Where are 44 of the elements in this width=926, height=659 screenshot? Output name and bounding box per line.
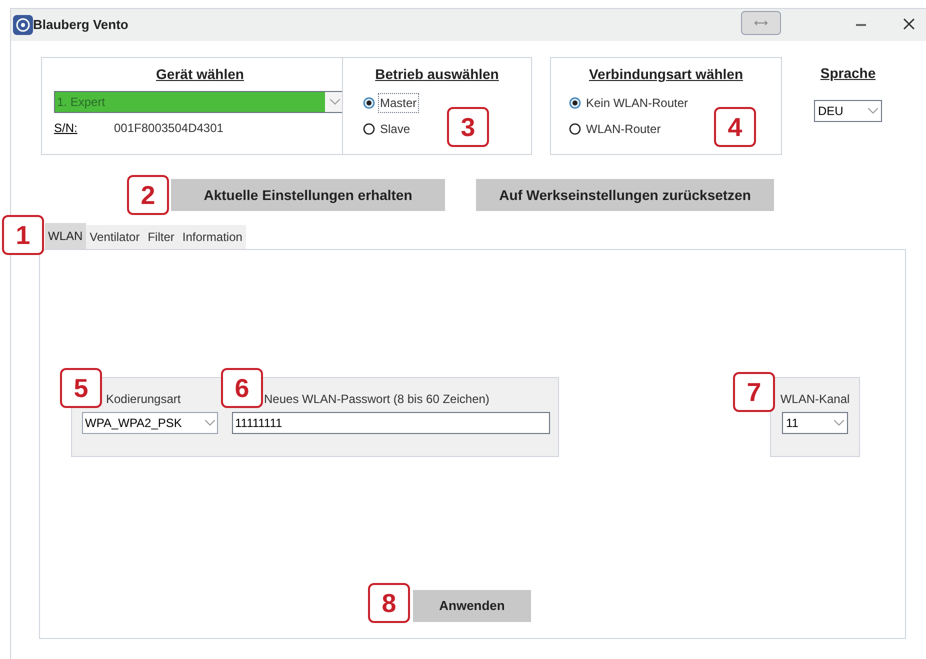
tab[interactable]: Ventilator [86,225,144,249]
window-title: Blauberg Vento [33,16,128,34]
chevron-icon [330,99,340,105]
tab[interactable]: Filter [144,225,178,249]
tab[interactable]: Information [178,225,246,249]
callout-number: 7 [733,372,775,412]
fan-icon [13,15,33,35]
callout-number: 5 [60,368,102,408]
channel-dropdown[interactable]: 11 [782,412,848,434]
radio-button[interactable] [363,123,375,135]
field-label: WLAN-Kanal [780,391,850,408]
radio-label: Slave [379,121,412,138]
factory-reset-button[interactable]: Auf Werkseinstellungen zurücksetzen [476,179,774,211]
group-title: Gerät wählen [156,65,244,84]
language-dropdown[interactable]: DEU [814,100,882,122]
group-title: Verbindungsart wählen [588,65,744,84]
radio-label: Kein WLAN-Router [585,95,690,112]
serial-number: 001F8003504D4301 [114,120,224,137]
group-title: Sprache [820,64,876,83]
serial-label: S/N: [54,120,78,137]
close-icon[interactable] [903,18,915,30]
group-title: Betrieb auswählen [375,65,499,84]
encoding-dropdown[interactable]: WPA_WPA2_PSK [82,412,218,434]
radio-button[interactable] [569,97,581,109]
callout-number: 6 [221,368,263,408]
get-settings-button[interactable]: Aktuelle Einstellungen erhalten [171,179,445,211]
callout-number: 2 [127,175,169,215]
callout-number: 8 [368,583,410,623]
tab[interactable]: WLAN [45,223,86,249]
field-label: Neues WLAN-Passwort (8 bis 60 Zeichen) [264,391,490,408]
chevron-icon [205,420,215,426]
chevron-icon [834,420,844,426]
callout-number: 4 [714,107,756,147]
arrows-icon [754,19,768,27]
field-label: Kodierungsart [106,391,182,408]
radio-label: WLAN-Router [585,121,662,138]
callout-number: 1 [2,215,44,255]
callout-number: 3 [447,107,489,147]
password-field[interactable]: 11111111 [232,412,550,434]
chevron-icon [868,108,878,114]
radio-button[interactable] [363,97,375,109]
apply-button[interactable]: Anwenden [413,590,531,622]
radio-label: Master [378,93,419,113]
radio-button[interactable] [569,123,581,135]
